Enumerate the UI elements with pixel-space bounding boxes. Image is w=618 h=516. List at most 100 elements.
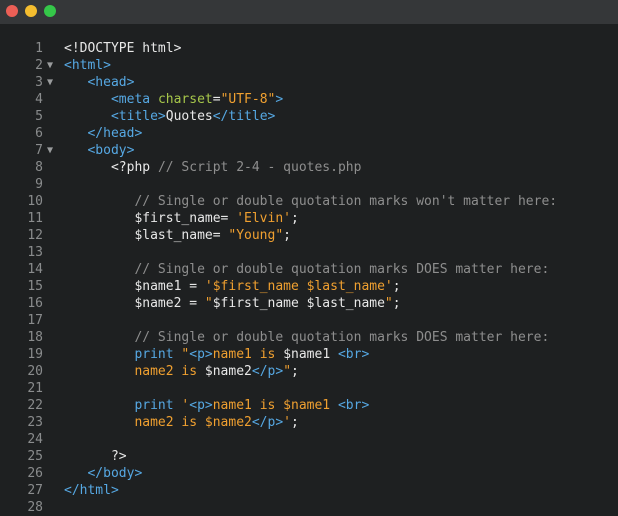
token: <p> xyxy=(189,347,213,362)
line-number: 20 xyxy=(27,364,43,379)
code-line[interactable]: 14 // Single or double quotation marks D… xyxy=(0,261,618,278)
code-text: $name2 = "$first_name $last_name"; xyxy=(64,295,401,312)
code-line[interactable]: 12 $last_name= "Young"; xyxy=(0,227,618,244)
token: </body> xyxy=(87,466,143,481)
token: // Script 2-4 - quotes.php xyxy=(157,160,362,175)
code-line[interactable]: 5 <title>Quotes</title> xyxy=(0,108,618,125)
code-line[interactable]: 17 xyxy=(0,312,618,329)
code-line[interactable]: 24 xyxy=(0,431,618,448)
code-line[interactable]: 18 // Single or double quotation marks D… xyxy=(0,329,618,346)
token: ; xyxy=(392,279,401,294)
code-text: <body> xyxy=(64,142,134,159)
line-number: 2 xyxy=(35,58,43,73)
token: <html> xyxy=(64,58,111,73)
token: ?> xyxy=(110,449,127,464)
code-text: name2 is $name2</p>'; xyxy=(64,414,299,431)
code-line[interactable]: 25 ?> xyxy=(0,448,618,465)
token: ; xyxy=(291,211,299,226)
code-line[interactable]: 15 $name1 = '$first_name $last_name'; xyxy=(0,278,618,295)
code-text: <title>Quotes</title> xyxy=(64,108,275,125)
code-text: </html> xyxy=(64,482,119,499)
code-line[interactable]: 10 // Single or double quotation marks w… xyxy=(0,193,618,210)
close-button[interactable] xyxy=(6,5,18,17)
token: "UTF-8" xyxy=(220,92,276,107)
code-line[interactable]: 4 <meta charset="UTF-8"> xyxy=(0,91,618,108)
code-text: <!DOCTYPE html> xyxy=(64,40,181,57)
line-number: 23 xyxy=(27,415,43,430)
line-number: 6 xyxy=(35,126,43,141)
maximize-button[interactable] xyxy=(44,5,56,17)
code-line[interactable]: 1 <!DOCTYPE html> xyxy=(0,40,618,57)
token: <body> xyxy=(87,143,135,158)
code-line[interactable]: 7 ▼ <body> xyxy=(0,142,618,159)
line-number: 8 xyxy=(35,160,43,175)
token: // Single or double quotation marks won'… xyxy=(134,194,558,209)
token: ; xyxy=(291,415,299,430)
code-line[interactable]: 19 print "<p>name1 is $name1 <br> xyxy=(0,346,618,363)
code-line[interactable]: 23 name2 is $name2</p>'; xyxy=(0,414,618,431)
code-line[interactable]: 21 xyxy=(0,380,618,397)
fold-arrow-icon[interactable]: ▼ xyxy=(47,57,59,74)
code-line[interactable]: 13 xyxy=(0,244,618,261)
line-number: 9 xyxy=(35,177,43,192)
code-editor[interactable]: 1 <!DOCTYPE html> 2 ▼ <html> 3 ▼ <head> 4 <meta… xyxy=(0,40,618,516)
code-text: <html> xyxy=(64,57,111,74)
code-line[interactable]: 22 print '<p>name1 is $name1 <br> xyxy=(0,397,618,414)
line-number: 21 xyxy=(27,381,43,396)
code-text: print "<p>name1 is $name1 <br> xyxy=(64,346,369,363)
token: $first_name $last_name xyxy=(212,296,385,311)
code-line[interactable]: 3 ▼ <head> xyxy=(0,74,618,91)
editor-window: 1 <!DOCTYPE html> 2 ▼ <html> 3 ▼ <head> 4 <meta… xyxy=(0,0,618,516)
line-number: 18 xyxy=(27,330,43,345)
token: print xyxy=(134,347,182,362)
code-line[interactable]: 11 $first_name= 'Elvin'; xyxy=(0,210,618,227)
minimize-button[interactable] xyxy=(25,5,37,17)
token: <br> xyxy=(337,398,370,413)
code-line[interactable]: 2 ▼ <html> xyxy=(0,57,618,74)
token: $name2 = xyxy=(134,296,205,311)
token: ' xyxy=(283,415,291,430)
token: charset xyxy=(157,92,213,107)
line-number: 19 xyxy=(27,347,43,362)
token: </p> xyxy=(251,415,284,430)
code-line[interactable]: 20 name2 is $name2</p>"; xyxy=(0,363,618,380)
token: > xyxy=(275,92,284,107)
token: ; xyxy=(392,296,401,311)
line-number: 28 xyxy=(27,500,43,515)
code-text: print '<p>name1 is $name1 <br> xyxy=(64,397,369,414)
fold-arrow-icon[interactable]: ▼ xyxy=(47,142,59,159)
code-line[interactable]: 28 xyxy=(0,499,618,516)
token: name2 is $name2 xyxy=(134,415,252,430)
code-line[interactable]: 6 </head> xyxy=(0,125,618,142)
fold-arrow-icon[interactable]: ▼ xyxy=(47,74,59,91)
code-line[interactable]: 9 xyxy=(0,176,618,193)
code-text: <meta charset="UTF-8"> xyxy=(64,91,283,108)
code-line[interactable]: 26 </body> xyxy=(0,465,618,482)
title-bar xyxy=(0,0,618,24)
token: <title> xyxy=(110,109,166,124)
token: <!DOCTYPE html> xyxy=(64,41,182,56)
token: print xyxy=(134,398,182,413)
code-line[interactable]: 16 $name2 = "$first_name $last_name"; xyxy=(0,295,618,312)
token: // Single or double quotation marks DOES… xyxy=(134,330,550,345)
token: " xyxy=(283,364,292,379)
line-number: 12 xyxy=(27,228,43,243)
code-line[interactable]: 27 </html> xyxy=(0,482,618,499)
code-text: $first_name= 'Elvin'; xyxy=(64,210,299,227)
line-number: 5 xyxy=(35,109,43,124)
line-number: 3 xyxy=(35,75,43,90)
code-line[interactable]: 8 <?php // Script 2-4 - quotes.php xyxy=(0,159,618,176)
token: name1 is xyxy=(212,347,284,362)
